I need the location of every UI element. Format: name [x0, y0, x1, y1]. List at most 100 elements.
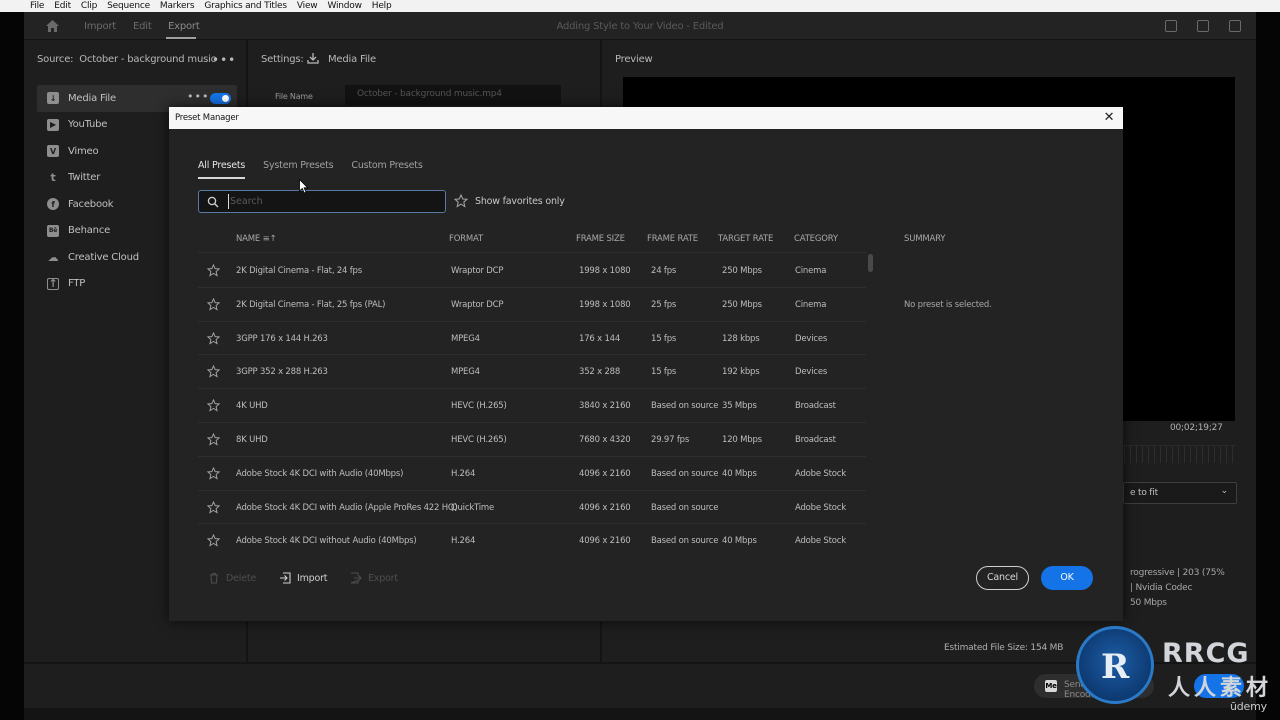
- tab-all-presets[interactable]: All Presets: [198, 160, 245, 179]
- preset-frame-rate: Based on source: [651, 468, 719, 479]
- zoom-fit-select[interactable]: e to fit ⌄: [1123, 482, 1237, 504]
- menu-graphics-and-titles[interactable]: Graphics and Titles: [204, 1, 287, 11]
- preset-row[interactable]: 4K UHD HEVC (H.265) 3840 x 2160 Based on so…: [198, 389, 866, 423]
- preset-target-rate: 40 Mbps: [722, 468, 757, 479]
- column-frame-size[interactable]: FRAME SIZE: [576, 234, 625, 244]
- dialog-title: Preset Manager: [175, 113, 239, 123]
- preset-row[interactable]: 3GPP 176 x 144 H.263 MPEG4 176 x 144 15 fps…: [198, 322, 866, 356]
- favorite-star-icon[interactable]: [207, 365, 220, 378]
- timeline-scrubber[interactable]: [1124, 445, 1236, 463]
- preset-name: 8K UHD: [236, 435, 268, 445]
- summary-text: No preset is selected.: [904, 300, 992, 310]
- search-input[interactable]: [228, 194, 438, 209]
- preset-row[interactable]: 2K Digital Cinema - Flat, 24 fps Wraptor …: [198, 254, 866, 288]
- preset-table-body: 2K Digital Cinema - Flat, 24 fps Wraptor …: [198, 254, 866, 551]
- favorite-star-icon[interactable]: [207, 534, 220, 547]
- estimated-file-size: Estimated File Size: 154 MB: [944, 643, 1064, 653]
- preset-format: MPEG4: [451, 333, 480, 344]
- preset-row[interactable]: 8K UHD HEVC (H.265) 7680 x 4320 29.97 fps 12…: [198, 423, 866, 457]
- favorite-star-icon[interactable]: [207, 264, 220, 277]
- behance-icon: Bē: [47, 224, 59, 237]
- favorite-star-icon[interactable]: [207, 500, 220, 514]
- delete-button[interactable]: Delete: [208, 572, 256, 584]
- menu-edit[interactable]: Edit: [54, 1, 71, 11]
- preset-row[interactable]: 3GPP 352 x 288 H.263 MPEG4 352 x 288 15 fps…: [198, 355, 866, 390]
- column-name[interactable]: NAME ≡↑: [236, 234, 277, 244]
- preset-format: Wraptor DCP: [451, 266, 504, 276]
- preset-tabs: All Presets System Presets Custom Preset…: [198, 160, 441, 179]
- import-label: Import: [297, 572, 328, 584]
- preset-target-rate: 250 Mbps: [722, 266, 762, 276]
- preset-frame-size: 4096 x 2160: [579, 536, 631, 547]
- menu-window[interactable]: Window: [327, 1, 361, 11]
- udemy-logo: ūdemy: [1230, 700, 1267, 713]
- preset-row[interactable]: Adobe Stock 4K DCI with Audio (40Mbps) H.…: [198, 457, 866, 491]
- settings-label: Settings:: [261, 54, 304, 65]
- import-button[interactable]: Import: [279, 572, 328, 584]
- fullscreen-icon[interactable]: [1229, 20, 1241, 32]
- destination-label: Vimeo: [68, 145, 99, 157]
- menu-markers[interactable]: Markers: [160, 1, 195, 11]
- file-name-field[interactable]: October - background music.mp4: [345, 85, 561, 105]
- preset-row[interactable]: Adobe Stock 4K DCI without Audio (40Mbps…: [198, 524, 866, 551]
- favorite-star-icon[interactable]: [207, 433, 220, 446]
- favorites-label: Show favorites only: [475, 195, 565, 207]
- column-format[interactable]: FORMAT: [449, 234, 483, 244]
- chevron-down-icon: ⌄: [1220, 486, 1229, 496]
- preset-frame-rate: 24 fps: [651, 266, 677, 276]
- show-favorites-toggle[interactable]: Show favorites only: [454, 194, 565, 208]
- preset-name: Adobe Stock 4K DCI with Audio (40Mbps): [236, 468, 404, 479]
- preset-category: Broadcast: [795, 435, 836, 445]
- preset-category: Cinema: [795, 266, 827, 276]
- preset-table-header: NAME ≡↑ FORMAT FRAME SIZE FRAME RATE TAR…: [198, 229, 866, 253]
- preset-frame-size: 1998 x 1080: [579, 266, 631, 276]
- menu-view[interactable]: View: [297, 1, 318, 11]
- share-icon[interactable]: [1197, 20, 1209, 32]
- favorite-star-icon[interactable]: [207, 297, 220, 311]
- preset-frame-rate: Based on source: [651, 401, 719, 412]
- download-icon: [307, 53, 319, 64]
- preset-target-rate: 35 Mbps: [722, 401, 757, 412]
- media-file-toggle[interactable]: [210, 93, 231, 104]
- preset-category: Cinema: [795, 299, 827, 310]
- preset-frame-rate: 15 fps: [651, 333, 677, 344]
- tab-custom-presets[interactable]: Custom Presets: [351, 160, 422, 179]
- workspace-icon[interactable]: [1165, 20, 1177, 32]
- destination-label: Media File: [68, 92, 116, 104]
- creative-cloud-icon: ☁: [47, 250, 59, 264]
- cancel-button[interactable]: Cancel: [976, 566, 1029, 590]
- source-more-icon[interactable]: •••: [212, 53, 236, 67]
- favorite-star-icon[interactable]: [207, 466, 220, 480]
- preset-row[interactable]: 2K Digital Cinema - Flat, 25 fps (PAL) Wr…: [198, 288, 866, 322]
- destination-label: Twitter: [68, 172, 101, 184]
- search-box[interactable]: [198, 190, 446, 213]
- export-preset-button[interactable]: Export: [350, 572, 398, 584]
- favorite-star-icon[interactable]: [207, 331, 220, 345]
- menu-help[interactable]: Help: [372, 1, 392, 11]
- column-category[interactable]: CATEGORY: [794, 234, 838, 244]
- preset-category: Devices: [795, 333, 828, 344]
- preset-target-rate: 128 kbps: [722, 333, 760, 344]
- source-label: Source: October - background music: [37, 54, 216, 65]
- menu-sequence[interactable]: Sequence: [107, 1, 150, 11]
- ok-button[interactable]: OK: [1041, 566, 1093, 590]
- summary-line: 50 Mbps: [1130, 598, 1167, 608]
- column-target-rate[interactable]: TARGET RATE: [718, 234, 773, 244]
- close-icon[interactable]: ✕: [1101, 110, 1117, 126]
- preview-label: Preview: [615, 54, 653, 65]
- menu-clip[interactable]: Clip: [81, 1, 97, 11]
- more-options-icon[interactable]: •••: [187, 91, 209, 102]
- scrollbar-thumb[interactable]: [868, 254, 873, 272]
- tab-system-presets[interactable]: System Presets: [263, 160, 333, 179]
- twitter-icon: t: [50, 171, 56, 185]
- preset-category: Adobe Stock: [795, 468, 846, 479]
- menu-file[interactable]: File: [30, 1, 44, 11]
- preset-name: 4K UHD: [236, 401, 268, 412]
- favorite-star-icon[interactable]: [207, 399, 220, 412]
- destination-label: Behance: [68, 225, 111, 237]
- column-frame-rate[interactable]: FRAME RATE: [647, 234, 698, 244]
- preset-row[interactable]: Adobe Stock 4K DCI with Audio (Apple Pro…: [198, 491, 866, 525]
- preset-table-scrollbar[interactable]: [868, 254, 873, 551]
- settings-preset-value[interactable]: Media File: [328, 54, 376, 65]
- search-icon: [207, 196, 219, 208]
